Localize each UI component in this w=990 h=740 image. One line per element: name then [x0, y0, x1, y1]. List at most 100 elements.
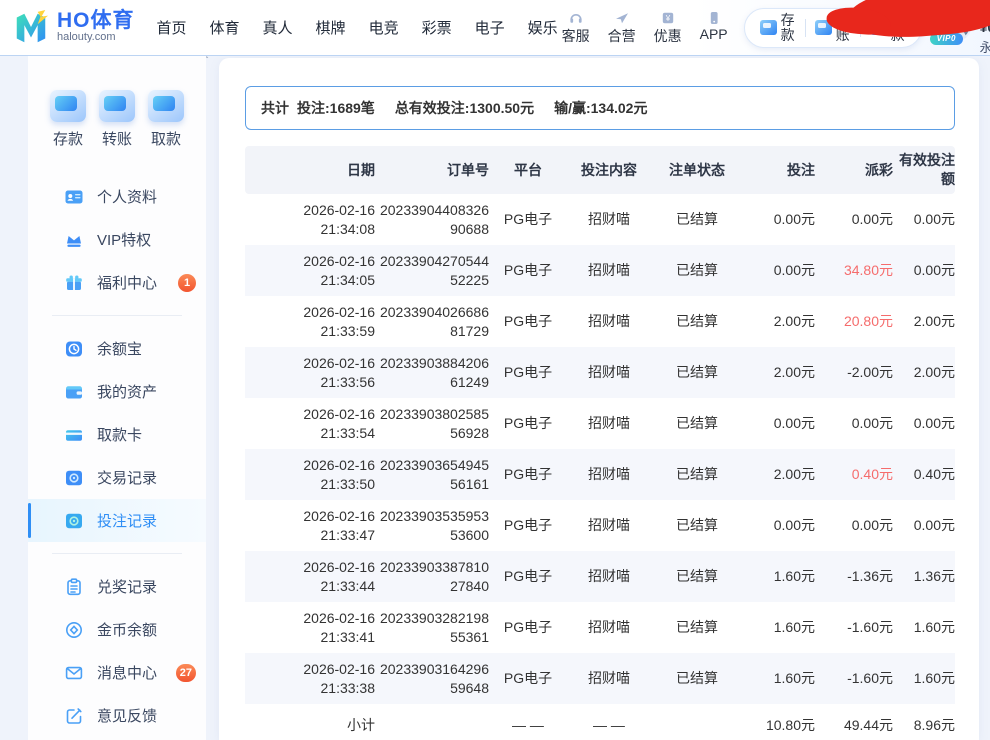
cell-status: 已结算 — [676, 415, 718, 432]
cell-payout: -1.36元 — [847, 568, 893, 585]
cell-status: 已结算 — [676, 211, 718, 228]
cell-valid: 0.40元 — [913, 466, 955, 483]
table-row: 2026-02-16 21:33:41 2023390328219855361 P… — [245, 602, 955, 653]
col-content: 投注内容 — [581, 161, 637, 178]
cell-payout: 20.80元 — [843, 313, 893, 330]
sidebar-transfer-button[interactable]: 转账 — [99, 90, 135, 149]
deposit-icon — [50, 90, 86, 122]
cell-content: 招财喵 — [588, 262, 630, 279]
cell-order: 2023390353595353600 — [379, 507, 489, 543]
nav-home[interactable]: 首页 — [157, 17, 187, 38]
sidebar-item-coin-balance[interactable]: 金币余额 — [28, 608, 206, 651]
logo-title: HO体育 — [57, 9, 135, 32]
transfer-icon — [99, 90, 135, 122]
cell-status: 已结算 — [676, 364, 718, 381]
sidebar-withdraw-button[interactable]: 取款 — [148, 90, 184, 149]
divider — [52, 553, 182, 554]
table-row: 2026-02-16 21:33:47 2023390353595353600 P… — [245, 500, 955, 551]
cell-valid: 1.60元 — [913, 670, 955, 687]
cell-platform: PG电子 — [503, 415, 553, 432]
cell-bet: 0.00元 — [773, 415, 815, 432]
bank-card-icon — [64, 425, 84, 445]
customer-service-button[interactable]: 客服 — [558, 10, 594, 46]
cell-bet: 1.60元 — [773, 568, 815, 585]
nav-poker[interactable]: 棋牌 — [316, 17, 346, 38]
deposit-button[interactable]: 存款 — [751, 12, 805, 43]
logo-domain: halouty.com — [57, 31, 116, 43]
cell-valid: 2.00元 — [913, 364, 955, 381]
cell-valid: 0.00元 — [913, 415, 955, 432]
welfare-badge: 1 — [178, 273, 196, 292]
cell-bet: 1.60元 — [773, 619, 815, 636]
promotions-button[interactable]: ¥ 优惠 — [650, 10, 686, 46]
col-platform: 平台 — [514, 161, 542, 178]
cell-content: 招财喵 — [588, 619, 630, 636]
cell-platform: PG电子 — [503, 466, 553, 483]
sidebar-deposit-button[interactable]: 存款 — [50, 90, 86, 149]
subtotal-payout: 49.44元 — [843, 716, 893, 733]
table-row: 2026-02-16 21:34:05 2023390427054452225 P… — [245, 245, 955, 296]
cell-valid: 0.00元 — [913, 211, 955, 228]
nav-lottery[interactable]: 彩票 — [422, 17, 452, 38]
subtotal-status — [651, 721, 743, 729]
sidebar-item-profile[interactable]: 个人资料 — [28, 175, 206, 218]
cell-date: 2026-02-16 21:34:05 — [303, 252, 375, 288]
sidebar-item-label: 兑奖记录 — [97, 579, 158, 596]
sidebar-item-feedback[interactable]: 意见反馈 — [28, 694, 206, 737]
col-status: 注单状态 — [669, 161, 725, 178]
cell-date: 2026-02-16 21:33:44 — [303, 558, 375, 594]
nav-esports[interactable]: 电竞 — [369, 17, 399, 38]
cell-status: 已结算 — [676, 262, 718, 279]
sidebar-item-withdraw-card[interactable]: 取款卡 — [28, 413, 206, 456]
cell-bet: 0.00元 — [773, 211, 815, 228]
cell-date: 2026-02-16 21:33:38 — [303, 660, 375, 696]
sidebar-quick-actions: 存款 转账 取款 — [28, 90, 206, 149]
partner-icon — [614, 10, 630, 26]
table-row: 2026-02-16 21:33:38 2023390316429659648 P… — [245, 653, 955, 704]
summary-bet-count: 投注:1689笔 — [297, 100, 375, 116]
nav-sports[interactable]: 体育 — [210, 17, 240, 38]
cell-bet: 2.00元 — [773, 364, 815, 381]
cell-platform: PG电子 — [503, 313, 553, 330]
subtotal-content: — — — [593, 716, 625, 733]
cell-platform: PG电子 — [503, 211, 553, 228]
nav-entertainment[interactable]: 娱乐 — [528, 17, 558, 38]
piggy-clock-icon — [64, 339, 84, 359]
cell-status: 已结算 — [676, 517, 718, 534]
sidebar-item-prize-records[interactable]: 兑奖记录 — [28, 565, 206, 608]
permanent-url[interactable]: 永久网址：haio — [980, 37, 990, 56]
nav-slots[interactable]: 电子 — [475, 17, 505, 38]
sidebar-item-vip[interactable]: VIP特权 — [28, 218, 206, 261]
sidebar-item-transactions[interactable]: 交易记录 — [28, 456, 206, 499]
cell-status: 已结算 — [676, 466, 718, 483]
cell-valid: 1.36元 — [913, 568, 955, 585]
bet-records-icon — [64, 511, 84, 531]
cell-order: 2023390380258556928 — [379, 405, 489, 441]
logo-icon — [12, 9, 50, 47]
cell-content: 招财喵 — [588, 364, 630, 381]
summary-prefix: 共计 — [261, 100, 289, 116]
sidebar-item-bet-records[interactable]: 投注记录 — [28, 499, 206, 542]
coin-icon — [64, 620, 84, 640]
sidebar-item-welfare[interactable]: 福利中心 1 — [28, 261, 206, 304]
logo[interactable]: HO体育 halouty.com — [12, 9, 135, 47]
table-row: 2026-02-16 21:33:59 2023390402668681729 P… — [245, 296, 955, 347]
cell-payout: 0.40元 — [851, 466, 893, 483]
nav-live[interactable]: 真人 — [263, 17, 293, 38]
cell-order: 2023390365494556161 — [379, 456, 489, 492]
id-card-icon — [64, 187, 84, 207]
sidebar-transfer-label: 转账 — [101, 131, 132, 148]
table-subtotal-row: 小计 — — — — 10.80元 49.44元 8.96元 — [245, 704, 955, 740]
sidebar-item-yuebao[interactable]: 余额宝 — [28, 327, 206, 370]
cell-order: 2023390328219855361 — [379, 609, 489, 645]
table-body: 2026-02-16 21:34:08 2023390440832690688 P… — [245, 194, 955, 704]
main-nav: 首页 体育 真人 棋牌 电竞 彩票 电子 娱乐 — [157, 17, 558, 38]
partnership-button[interactable]: 合营 — [604, 10, 640, 46]
sidebar-item-messages[interactable]: 消息中心 27 — [28, 651, 206, 694]
app-download-button[interactable]: APP — [696, 10, 732, 46]
cell-content: 招财喵 — [588, 517, 630, 534]
cell-payout: 0.00元 — [851, 211, 893, 228]
sidebar-item-assets[interactable]: 我的资产 — [28, 370, 206, 413]
cell-platform: PG电子 — [503, 619, 553, 636]
subtotal-bet: 10.80元 — [765, 716, 815, 733]
